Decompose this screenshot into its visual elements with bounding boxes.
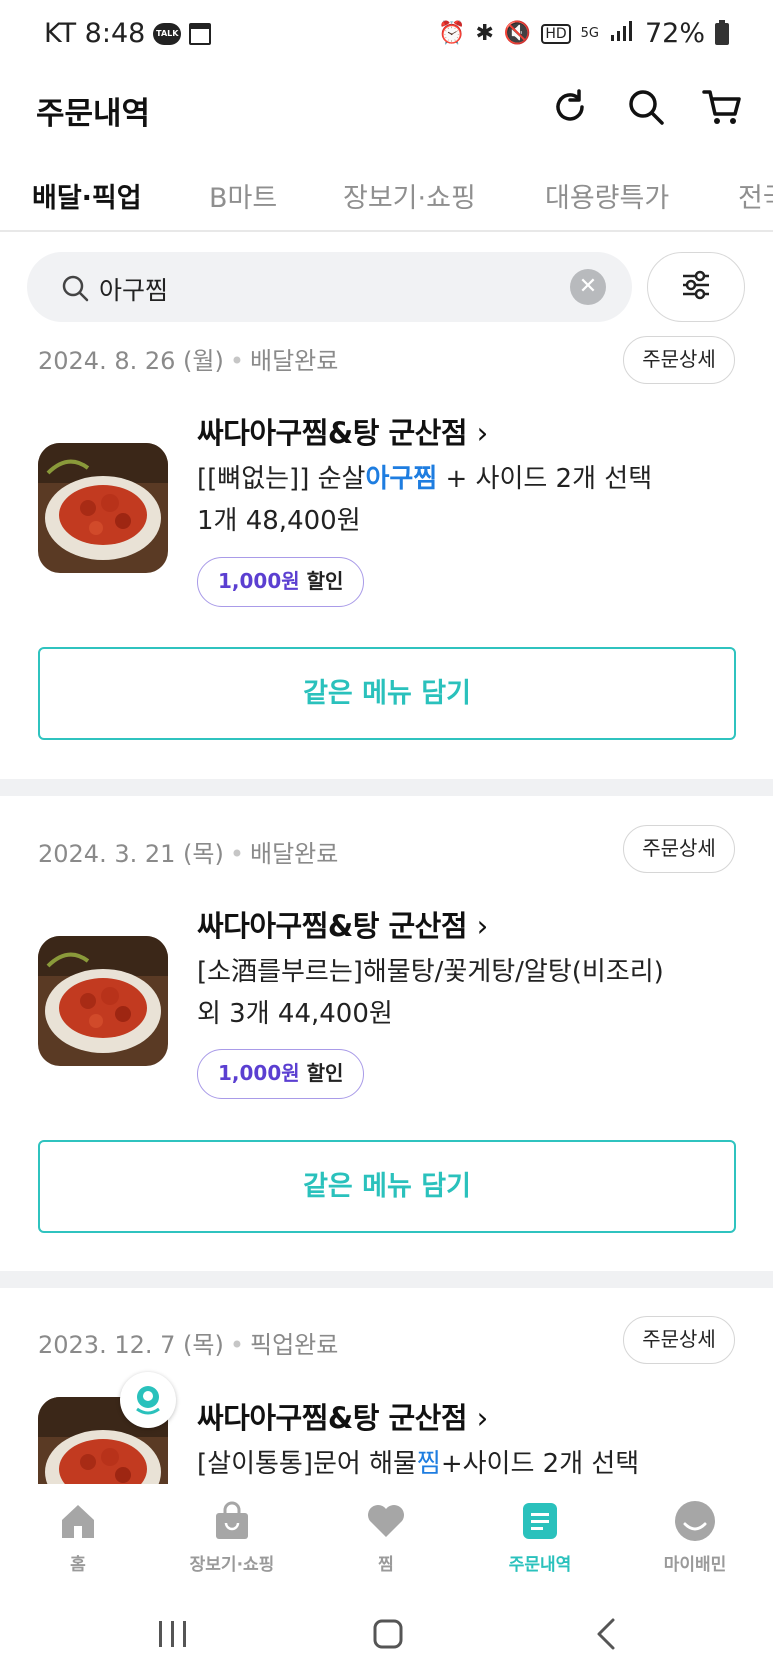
search-icon[interactable] (623, 84, 669, 130)
tab-bulk-deals[interactable]: 대용량특가 (545, 176, 669, 230)
shopping-bag-icon (162, 1498, 302, 1544)
add-same-menu-button[interactable]: 같은 메뉴 담기 (38, 647, 736, 740)
order-list-icon (470, 1498, 610, 1544)
section-divider (0, 1271, 773, 1288)
order-status: 배달완료 (250, 347, 339, 375)
order-menu: [[뼈없는]] 순살아구찜 + 사이드 2개 선택 1개 48,400원 (197, 458, 737, 542)
system-navigation (0, 1594, 773, 1675)
sliders-icon (680, 270, 712, 304)
tab-nationwide[interactable]: 전국 (738, 176, 773, 230)
nav-home[interactable]: 홈 (8, 1498, 148, 1575)
tab-grocery-shopping[interactable]: 장보기·쇼핑 (343, 176, 476, 230)
search-highlight: 찜 (416, 1449, 441, 1479)
chevron-right-icon: › (476, 1401, 489, 1435)
store-name[interactable]: 싸다아구찜&탕 군산점 › (197, 410, 488, 452)
order-detail-button[interactable]: 주문상세 (623, 825, 735, 873)
order-quantity-price: 외 3개 44,400원 (197, 999, 393, 1029)
back-icon[interactable] (576, 1612, 636, 1656)
status-left: KT 8:48 TALK (44, 18, 212, 49)
order-status: 픽업완료 (250, 1331, 339, 1359)
bottom-navigation: 홈 장보기·쇼핑 찜 주문내역 마이배민 (0, 1484, 773, 1594)
store-name[interactable]: 싸다아구찜&탕 군산점 › (197, 903, 488, 945)
chevron-right-icon: › (476, 416, 489, 450)
order-date: 2024. 3. 21 (목) (38, 840, 224, 868)
tab-delivery-pickup[interactable]: 배달·픽업 (32, 176, 142, 230)
order-date: 2023. 12. 7 (목) (38, 1331, 224, 1359)
clear-search-button[interactable]: ✕ (570, 269, 606, 305)
filter-button[interactable] (647, 252, 745, 322)
home-button-icon[interactable] (358, 1612, 418, 1656)
carrier-time: KT 8:48 (44, 18, 146, 49)
hd-icon: HD (541, 23, 571, 44)
search-highlight: 아구찜 (365, 464, 438, 494)
app-header: 주문내역 (0, 70, 773, 142)
bluetooth-icon: ✱ (475, 21, 494, 46)
alarm-icon: ⏰ (438, 21, 466, 46)
battery-percent: 72% (644, 18, 705, 49)
cart-icon[interactable] (699, 84, 745, 130)
order-menu: [살이통통]문어 해물찜+사이드 2개 선택 (197, 1449, 640, 1479)
heart-icon (316, 1498, 456, 1544)
order-date: 2024. 8. 26 (월) (38, 347, 224, 375)
food-thumbnail[interactable] (38, 936, 168, 1066)
order-date-row: 2024. 8. 26 (월) • 배달완료 (38, 347, 339, 375)
signal-icon (609, 20, 635, 48)
nav-my-baemin[interactable]: 마이배민 (625, 1498, 765, 1575)
calendar-icon (189, 22, 212, 45)
nav-favorites[interactable]: 찜 (316, 1498, 456, 1575)
order-detail-button[interactable]: 주문상세 (623, 1316, 735, 1364)
search-input[interactable]: 아구찜 (99, 271, 168, 307)
tab-bmart[interactable]: B마트 (209, 176, 277, 230)
recent-apps-icon[interactable] (143, 1612, 203, 1656)
pickup-location-icon (120, 1372, 176, 1428)
profile-icon (625, 1498, 765, 1544)
5g-icon: 5G (580, 26, 599, 41)
nav-orders[interactable]: 주문내역 (470, 1498, 610, 1575)
section-divider (0, 779, 773, 796)
refresh-icon[interactable] (547, 84, 593, 130)
battery-icon (715, 19, 729, 45)
discount-badge: 1,000원 할인 (197, 557, 365, 607)
order-menu: [소酒를부르는]해물탕/꽃게탕/알탕(비조리) 외 3개 44,400원 (197, 951, 737, 1035)
chevron-right-icon: › (476, 909, 489, 943)
order-detail-button[interactable]: 주문상세 (623, 336, 735, 384)
food-thumbnail[interactable] (38, 443, 168, 573)
home-icon (8, 1498, 148, 1544)
mute-icon: 🔇 (503, 21, 532, 46)
search-bar[interactable]: 아구찜 ✕ (27, 252, 632, 322)
order-status: 배달완료 (250, 840, 339, 868)
discount-badge: 1,000원 할인 (197, 1049, 365, 1099)
status-right: ⏰ ✱ 🔇 HD 5G 72% (438, 18, 729, 49)
store-name[interactable]: 싸다아구찜&탕 군산점 › (197, 1395, 488, 1437)
order-date-row: 2024. 3. 21 (목) • 배달완료 (38, 840, 339, 868)
nav-shopping[interactable]: 장보기·쇼핑 (162, 1498, 302, 1575)
order-date-row: 2023. 12. 7 (목) • 픽업완료 (38, 1331, 339, 1359)
search-icon (61, 274, 89, 306)
category-tabs: 배달·픽업 B마트 장보기·쇼핑 대용량특가 전국 (0, 170, 773, 232)
kakaotalk-icon: TALK (153, 22, 182, 45)
add-same-menu-button[interactable]: 같은 메뉴 담기 (38, 1140, 736, 1233)
order-quantity-price: 1개 48,400원 (197, 506, 361, 536)
page-title: 주문내역 (36, 96, 151, 132)
status-bar: KT 8:48 TALK ⏰ ✱ 🔇 HD 5G 72% (0, 0, 773, 70)
